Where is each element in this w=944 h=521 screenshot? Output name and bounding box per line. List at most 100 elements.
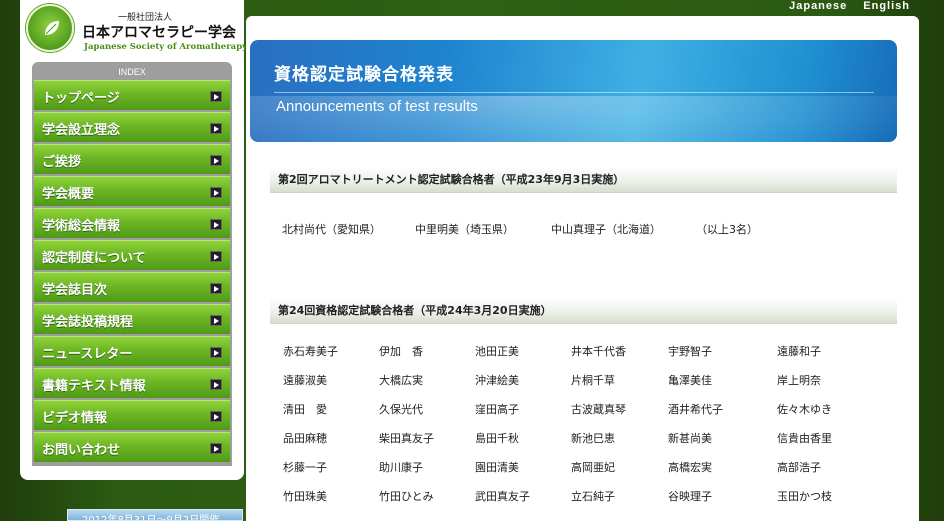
winner-name: 伊加 香: [379, 345, 423, 358]
winner-name: 古波蔵真琴: [571, 403, 626, 416]
menu-item-newsletter[interactable]: ニュースレター: [34, 336, 230, 366]
event-banner[interactable]: 2012年8月31日～9月2日開催: [67, 509, 243, 521]
menu-item-label: 学会誌目次: [42, 283, 108, 298]
winner-name: 高岡亜妃: [571, 461, 615, 474]
menu-item-label: お問い合わせ: [42, 443, 121, 458]
winner-name: 赤石寿美子: [283, 345, 338, 358]
arrow-right-icon: [210, 379, 222, 390]
left-sidebar: 一般社団法人 日本アロマセラピー学会 Japanese Society of A…: [20, 0, 248, 480]
side-menu: トップページ 学会設立理念 ご挨拶 学会概要 学術総会情報 認定制度について 学…: [34, 80, 230, 462]
winner-name: 池田正美: [475, 345, 519, 358]
arrow-right-icon: [210, 251, 222, 262]
menu-item-overview[interactable]: 学会概要: [34, 176, 230, 206]
winner-name: 竹田珠美: [283, 490, 327, 503]
menu-item-video[interactable]: ビデオ情報: [34, 400, 230, 430]
winner-name: 中山真理子（北海道）: [551, 223, 661, 236]
table-row: 竹田珠美 竹田ひとみ 武田真友子 立石純子 谷映理子 玉田かつ枝: [283, 488, 867, 517]
table-row: 遠藤淑美 大橋広実 沖津絵美 片桐千草 亀澤美佳 岸上明奈: [283, 372, 867, 401]
leaf-icon: [45, 21, 59, 35]
menu-item-label: 学術総会情報: [42, 219, 121, 234]
menu-item-label: 書籍テキスト情報: [42, 379, 146, 394]
table-row: 清田 愛 久保光代 窪田高子 古波蔵真琴 酒井希代子 佐々木ゆき: [283, 401, 867, 430]
winner-name: 岸上明奈: [777, 374, 821, 387]
winner-name: 大橋広実: [379, 374, 423, 387]
winner-name: 信貴由香里: [777, 432, 832, 445]
page-subtitle: Announcements of test results: [276, 98, 478, 115]
winner-name: 遠藤和子: [777, 345, 821, 358]
winner-name: 助川康子: [379, 461, 423, 474]
winner-name: 立石純子: [571, 490, 615, 503]
arrow-right-icon: [210, 411, 222, 422]
table-row: 赤石寿美子 伊加 香 池田正美 井本千代香 宇野智子 遠藤和子: [283, 343, 867, 372]
winner-name: 高部浩子: [777, 461, 821, 474]
page-header-banner: 資格認定試験合格発表 Announcements of test results: [250, 40, 897, 142]
winner-name: 柴田真友子: [379, 432, 434, 445]
menu-item-label: ビデオ情報: [42, 411, 108, 426]
treatment-winners: 北村尚代（愛知県） 中里明美（埼玉県） 中山真理子（北海道） （以上3名）: [282, 221, 758, 237]
winner-name: 品田麻穂: [283, 432, 327, 445]
winner-name: 新甚尚美: [668, 432, 712, 445]
arrow-right-icon: [210, 443, 222, 454]
winner-name: 佐々木ゆき: [777, 403, 832, 416]
winner-name: 園田清美: [475, 461, 519, 474]
menu-item-label: 認定制度について: [42, 251, 146, 266]
winner-name: 武田真友子: [475, 490, 530, 503]
page-title: 資格認定試験合格発表: [274, 65, 454, 85]
winner-name: 井本千代香: [571, 345, 626, 358]
logo-name-en: Japanese Society of Aromatherapy: [84, 42, 248, 52]
winner-name: 宇野智子: [668, 345, 712, 358]
winner-name: 谷映理子: [668, 490, 712, 503]
arrow-right-icon: [210, 187, 222, 198]
index-title: INDEX: [118, 67, 146, 77]
winner-name: 玉田かつ枝: [777, 490, 832, 503]
winner-name: 遠藤淑美: [283, 374, 327, 387]
menu-item-label: トップページ: [42, 91, 120, 106]
menu-item-conference[interactable]: 学術総会情報: [34, 208, 230, 238]
menu-item-certification[interactable]: 認定制度について: [34, 240, 230, 270]
lang-english-link[interactable]: English: [863, 0, 910, 14]
logo-emblem-icon: [26, 4, 74, 52]
winner-name: 新池巳恵: [571, 432, 615, 445]
menu-item-label: ご挨拶: [42, 155, 82, 170]
arrow-right-icon: [210, 155, 222, 166]
menu-item-philosophy[interactable]: 学会設立理念: [34, 112, 230, 142]
menu-item-submission-rules[interactable]: 学会誌投稿規程: [34, 304, 230, 334]
section-heading-treatment: 第2回アロマトリートメント認定試験合格者（平成23年9月3日実施）: [270, 167, 897, 193]
menu-item-books[interactable]: 書籍テキスト情報: [34, 368, 230, 398]
table-row: 品田麻穂 柴田真友子 島田千秋 新池巳恵 新甚尚美 信貴由香里: [283, 430, 867, 459]
menu-item-label: 学会設立理念: [42, 123, 121, 138]
winner-name: 島田千秋: [475, 432, 519, 445]
arrow-right-icon: [210, 219, 222, 230]
winner-name: 杉藤一子: [283, 461, 327, 474]
main-content: 資格認定試験合格発表 Announcements of test results…: [246, 16, 919, 521]
menu-item-contact[interactable]: お問い合わせ: [34, 432, 230, 462]
certification-winners-table: 赤石寿美子 伊加 香 池田正美 井本千代香 宇野智子 遠藤和子 遠藤淑美 大橋広…: [283, 343, 867, 517]
logo-name-jp: 日本アロマセラピー学会: [82, 25, 236, 41]
winner-name: 沖津絵美: [475, 374, 519, 387]
winner-name: 亀澤美佳: [668, 374, 712, 387]
winner-name: 片桐千草: [571, 374, 615, 387]
site-logo[interactable]: 一般社団法人 日本アロマセラピー学会 Japanese Society of A…: [26, 4, 248, 56]
winner-count: （以上3名）: [696, 223, 758, 236]
index-menu-box: INDEX トップページ 学会設立理念 ご挨拶 学会概要 学術総会情報 認定制度…: [32, 62, 232, 466]
menu-item-top[interactable]: トップページ: [34, 80, 230, 110]
winner-name: 竹田ひとみ: [379, 490, 434, 503]
winner-name: 窪田高子: [475, 403, 519, 416]
arrow-right-icon: [210, 347, 222, 358]
menu-item-greeting[interactable]: ご挨拶: [34, 144, 230, 174]
arrow-right-icon: [210, 91, 222, 102]
menu-item-journal-contents[interactable]: 学会誌目次: [34, 272, 230, 302]
arrow-right-icon: [210, 315, 222, 326]
winner-name: 清田 愛: [283, 403, 327, 416]
menu-item-label: 学会誌投稿規程: [42, 315, 134, 330]
language-switcher: Japanese English: [789, 0, 910, 14]
arrow-right-icon: [210, 123, 222, 134]
section-heading-certification: 第24回資格認定試験合格者（平成24年3月20日実施）: [270, 298, 897, 324]
winner-name: 中里明美（埼玉県）: [415, 223, 514, 236]
winner-name: 北村尚代（愛知県）: [282, 223, 381, 236]
winner-name: 高橋宏実: [668, 461, 712, 474]
lang-japanese-link[interactable]: Japanese: [789, 0, 847, 14]
winner-name: 酒井希代子: [668, 403, 723, 416]
winner-name: 久保光代: [379, 403, 423, 416]
menu-item-label: 学会概要: [42, 187, 95, 202]
